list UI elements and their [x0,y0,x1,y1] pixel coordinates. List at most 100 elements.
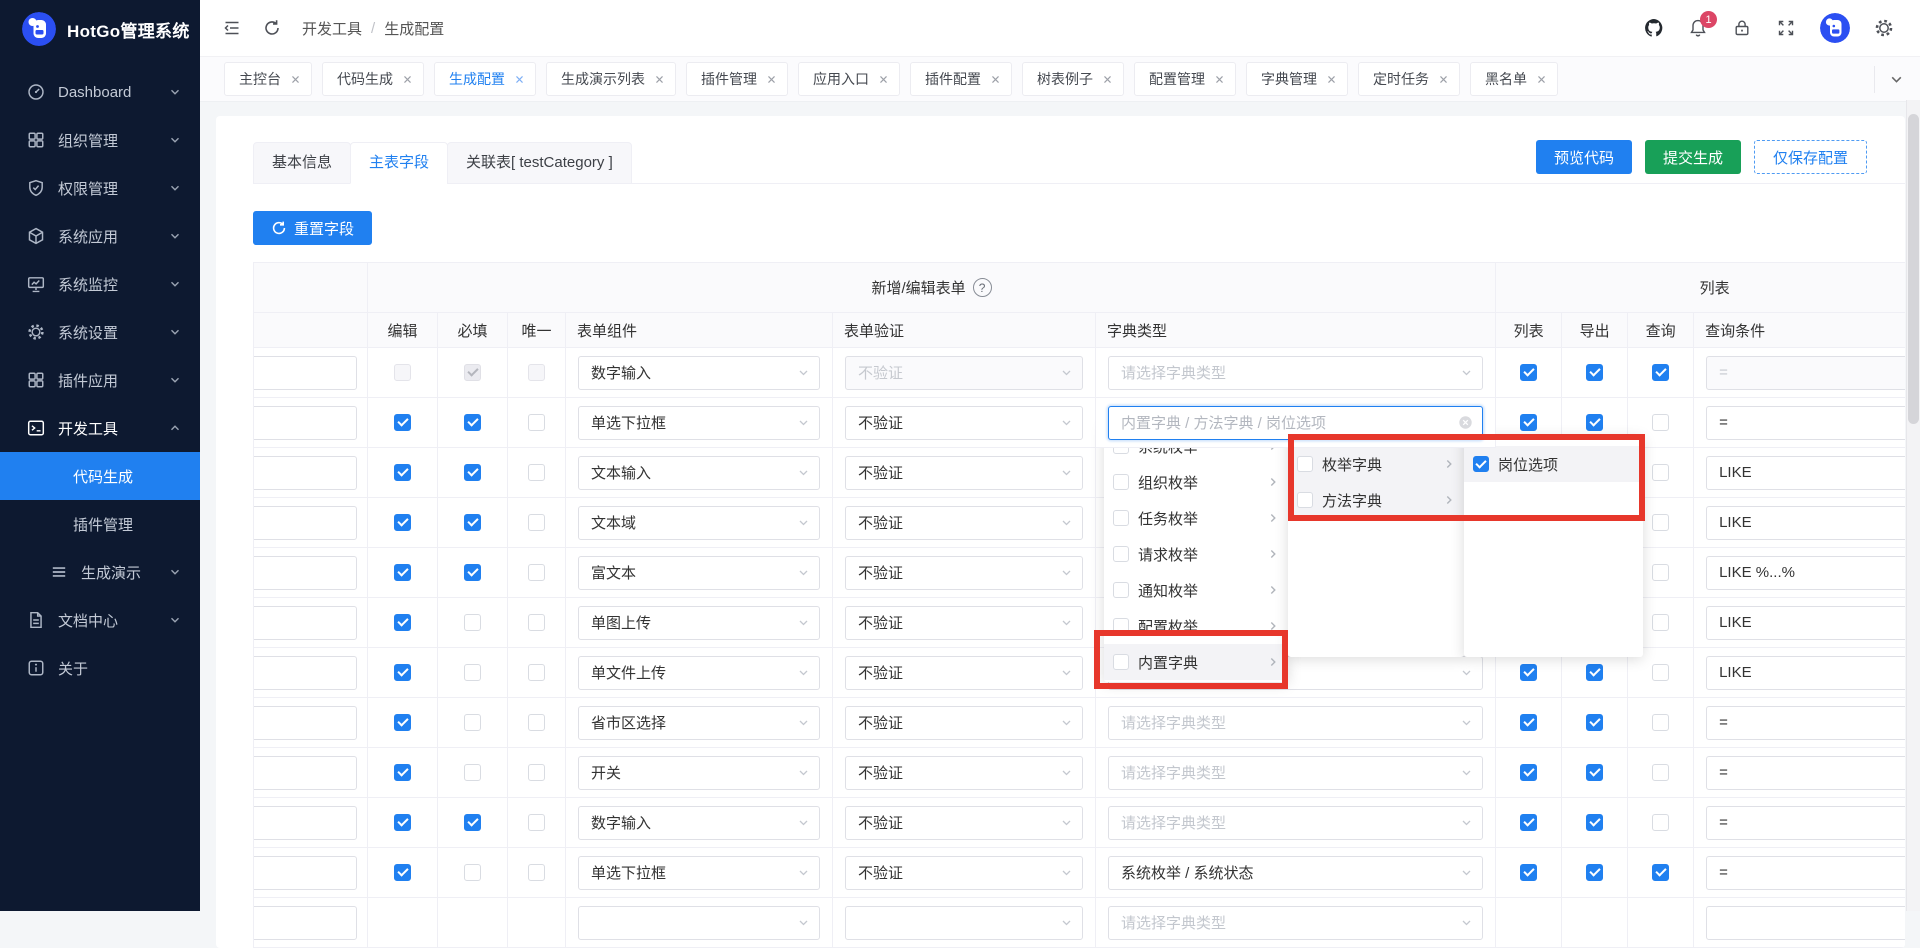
unique-checkbox[interactable] [528,764,545,781]
query-condition-select[interactable]: = [1706,406,1905,440]
required-checkbox[interactable] [464,764,481,781]
query-checkbox[interactable] [1652,464,1669,481]
query-condition-select[interactable]: = [1706,806,1905,840]
edit-checkbox[interactable] [394,864,411,881]
sidebar-item[interactable]: 系统设置 [0,308,200,356]
sidebar-item[interactable]: 系统监控 [0,260,200,308]
form-component-select[interactable]: 省市区选择 [578,706,820,740]
export-checkbox[interactable] [1586,814,1603,831]
required-checkbox[interactable] [464,564,481,581]
edit-checkbox[interactable] [394,614,411,631]
query-condition-select[interactable]: = [1706,756,1905,790]
page-scrollbar-thumb[interactable] [1908,114,1919,424]
app-logo[interactable]: HotGo管理系统 [0,0,200,58]
preview-code-button[interactable]: 预览代码 [1536,140,1632,174]
list-checkbox[interactable] [1520,364,1537,381]
list-checkbox[interactable] [1520,864,1537,881]
page-tab[interactable]: 主控台 [224,62,312,96]
form-validation-select[interactable]: 不验证 [845,856,1083,890]
reset-fields-button[interactable]: 重置字段 [253,211,372,245]
required-checkbox[interactable] [464,664,481,681]
sidebar-item[interactable]: 插件管理 [0,500,200,548]
query-condition-select[interactable]: = [1706,856,1905,890]
form-validation-select[interactable]: 不验证 [845,706,1083,740]
export-checkbox[interactable] [1586,414,1603,431]
submit-generate-button[interactable]: 提交生成 [1645,140,1741,174]
edit-checkbox[interactable] [394,714,411,731]
unique-checkbox[interactable] [528,514,545,531]
close-icon[interactable] [1438,74,1449,85]
close-icon[interactable] [514,74,525,85]
cascader-option-checkbox[interactable] [1297,492,1313,508]
lock-screen-icon[interactable] [1732,18,1752,38]
query-checkbox[interactable] [1652,814,1669,831]
cascader-option-checkbox[interactable] [1113,654,1129,670]
sidebar-item[interactable]: 生成演示 [0,548,200,596]
user-avatar[interactable] [1820,13,1850,43]
dict-type-select[interactable]: 请选择字典类型 [1108,756,1483,790]
list-checkbox[interactable] [1520,814,1537,831]
edit-checkbox[interactable] [394,814,411,831]
field-name-input[interactable] [254,456,357,490]
unique-checkbox[interactable] [528,864,545,881]
form-validation-select[interactable]: 不验证 [845,606,1083,640]
dict-type-select[interactable]: 请选择字典类型 [1108,806,1483,840]
edit-checkbox[interactable] [394,514,411,531]
required-checkbox[interactable] [464,414,481,431]
query-condition-select[interactable]: LIKE %...% [1706,556,1905,590]
unique-checkbox[interactable] [528,714,545,731]
sidebar-item[interactable]: Dashboard [0,68,200,116]
list-checkbox[interactable] [1520,714,1537,731]
form-component-select[interactable]: 单选下拉框 [578,856,820,890]
cascader-option-checkbox[interactable] [1113,546,1129,562]
cascader-option[interactable]: 岗位选项 [1464,446,1643,482]
close-icon[interactable] [1102,74,1113,85]
page-tab[interactable]: 插件配置 [910,62,1012,96]
required-checkbox[interactable] [464,714,481,731]
form-component-select[interactable]: 数字输入 [578,356,820,390]
list-checkbox[interactable] [1520,664,1537,681]
close-icon[interactable] [402,74,413,85]
query-checkbox[interactable] [1652,364,1669,381]
tabs-chevron-down-icon[interactable] [1874,66,1906,93]
query-condition-select[interactable]: = [1706,706,1905,740]
form-component-select[interactable]: 单图上传 [578,606,820,640]
clear-icon[interactable] [1458,415,1473,430]
export-checkbox[interactable] [1586,364,1603,381]
breadcrumb-item[interactable]: 生成配置 [384,18,444,39]
field-name-input[interactable] [254,756,357,790]
cascader-option-checkbox[interactable] [1473,456,1489,472]
cascader-option[interactable]: 方法字典 [1288,482,1464,518]
page-tab[interactable]: 插件管理 [686,62,788,96]
field-name-input[interactable] [254,606,357,640]
breadcrumb-item[interactable]: 开发工具 [302,18,362,39]
form-component-select[interactable]: 单选下拉框 [578,406,820,440]
form-validation-select[interactable]: 不验证 [845,406,1083,440]
form-component-select[interactable]: 开关 [578,756,820,790]
field-name-input[interactable] [254,656,357,690]
form-validation-select[interactable]: 不验证 [845,556,1083,590]
cascader-option[interactable]: 配置枚举 [1104,608,1288,644]
cascader-option[interactable]: 请求枚举 [1104,536,1288,572]
query-checkbox[interactable] [1652,714,1669,731]
form-component-select[interactable]: 文本域 [578,506,820,540]
export-checkbox[interactable] [1586,714,1603,731]
field-name-input[interactable] [254,706,357,740]
field-name-input[interactable] [254,856,357,890]
edit-checkbox[interactable] [394,664,411,681]
unique-checkbox[interactable] [528,614,545,631]
close-icon[interactable] [878,74,889,85]
cascader-option-checkbox[interactable] [1113,582,1129,598]
cascader-option-checkbox[interactable] [1113,474,1129,490]
field-name-input[interactable] [254,556,357,590]
edit-checkbox[interactable] [394,764,411,781]
query-checkbox[interactable] [1652,664,1669,681]
close-icon[interactable] [654,74,665,85]
cascader-option[interactable]: 枚举字典 [1288,446,1464,482]
page-tab[interactable]: 配置管理 [1134,62,1236,96]
edit-checkbox[interactable] [394,464,411,481]
refresh-icon[interactable] [262,18,282,38]
form-validation-select[interactable]: 不验证 [845,506,1083,540]
required-checkbox[interactable] [464,514,481,531]
form-component-select[interactable]: 文本输入 [578,456,820,490]
